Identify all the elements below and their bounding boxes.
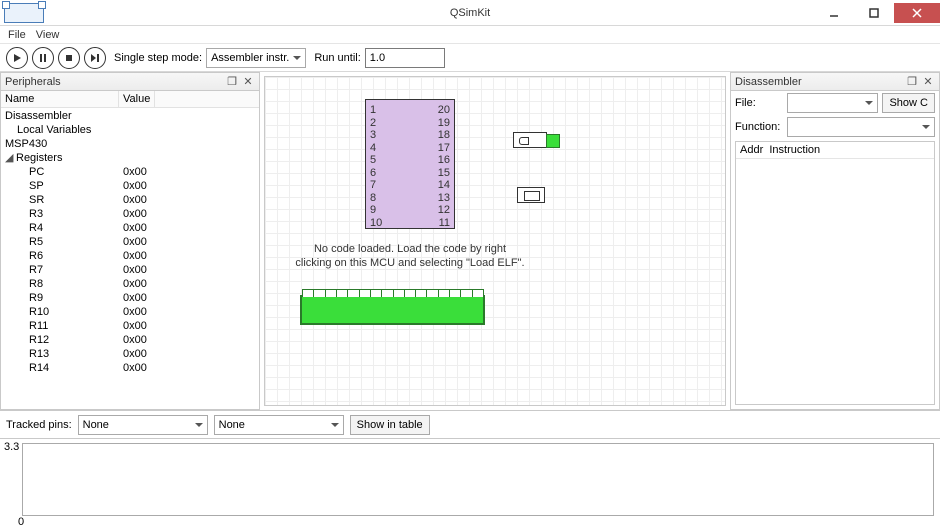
- chip-pins-right: 20191817161514131211: [438, 104, 450, 229]
- stop-button[interactable]: [58, 47, 80, 69]
- window-buttons: [814, 3, 940, 23]
- peripherals-header: Name Value: [1, 91, 259, 108]
- chip-pins-left: 12345678910: [370, 104, 382, 229]
- plot-area: 3.3 0: [0, 438, 940, 528]
- peripherals-title: Peripherals: [5, 76, 61, 88]
- component-button[interactable]: [517, 187, 545, 203]
- tracked-val1: None: [83, 419, 109, 431]
- peripherals-undock-icon[interactable]: ❐: [225, 75, 239, 89]
- reg-value: 0x00: [123, 193, 147, 207]
- reg-name[interactable]: R4: [5, 221, 123, 235]
- tree-registers[interactable]: Registers: [16, 152, 62, 164]
- reg-name[interactable]: SP: [5, 179, 123, 193]
- reg-name[interactable]: R5: [5, 235, 123, 249]
- pause-button[interactable]: [32, 47, 54, 69]
- reg-value: 0x00: [123, 235, 147, 249]
- step-mode-value: Assembler instr.: [211, 52, 289, 64]
- step-mode-label: Single step mode:: [114, 52, 202, 64]
- run-until-input[interactable]: [365, 48, 445, 68]
- disasm-close-icon[interactable]: ✕: [921, 75, 935, 89]
- run-until-label: Run until:: [314, 52, 360, 64]
- mcu-chip[interactable]: 12345678910 20191817161514131211: [365, 99, 455, 229]
- menubar: File View: [0, 26, 940, 44]
- reg-name[interactable]: R13: [5, 347, 123, 361]
- plot-canvas[interactable]: [22, 443, 934, 516]
- reg-name[interactable]: R3: [5, 207, 123, 221]
- reg-value: 0x00: [123, 305, 147, 319]
- maximize-button[interactable]: [854, 3, 894, 23]
- reg-name[interactable]: R11: [5, 319, 123, 333]
- reg-value: 0x00: [123, 277, 147, 291]
- plot-xmin: 0: [18, 516, 24, 528]
- show-c-button[interactable]: Show C: [882, 93, 935, 113]
- component-led[interactable]: [513, 132, 547, 148]
- reg-value: 0x00: [123, 263, 147, 277]
- reg-name[interactable]: R7: [5, 263, 123, 277]
- disassembler-panel: Disassembler ❐ ✕ File: Show C Function: …: [730, 72, 940, 410]
- titlebar: QSimKit: [0, 0, 940, 26]
- tree-disassembler[interactable]: Disassembler: [5, 109, 123, 123]
- peripherals-close-icon[interactable]: ✕: [241, 75, 255, 89]
- function-select[interactable]: [787, 117, 935, 137]
- chevron-down-icon[interactable]: ◢: [5, 151, 14, 160]
- reg-name[interactable]: SR: [5, 193, 123, 207]
- peripherals-title-bar: Peripherals ❐ ✕: [1, 73, 259, 91]
- display-component[interactable]: [300, 295, 485, 325]
- minimize-button[interactable]: [814, 3, 854, 23]
- reg-value: 0x00: [123, 291, 147, 305]
- play-button[interactable]: [6, 47, 28, 69]
- menu-file[interactable]: File: [8, 29, 26, 41]
- reg-value: 0x00: [123, 207, 147, 221]
- disassembler-title: Disassembler: [735, 76, 802, 88]
- tree-local-vars[interactable]: Local Variables: [5, 123, 123, 137]
- plot-ymax: 3.3: [4, 441, 19, 453]
- toolbar: Single step mode: Assembler instr. Run u…: [0, 44, 940, 72]
- menu-view[interactable]: View: [36, 29, 60, 41]
- peripherals-panel: Peripherals ❐ ✕ Name Value Disassembler …: [0, 72, 260, 410]
- reg-name[interactable]: R8: [5, 277, 123, 291]
- close-button[interactable]: [894, 3, 940, 23]
- reg-value: 0x00: [123, 333, 147, 347]
- schematic-canvas[interactable]: 12345678910 20191817161514131211 No code…: [264, 76, 726, 406]
- step-button[interactable]: [84, 47, 106, 69]
- reg-name[interactable]: R10: [5, 305, 123, 319]
- reg-value: 0x00: [123, 347, 147, 361]
- app-icon: [4, 3, 44, 23]
- step-mode-select[interactable]: Assembler instr.: [206, 48, 306, 68]
- tracked-select-1[interactable]: None: [78, 415, 208, 435]
- reg-value: 0x00: [123, 221, 147, 235]
- reg-name[interactable]: R12: [5, 333, 123, 347]
- reg-name[interactable]: R9: [5, 291, 123, 305]
- function-label: Function:: [735, 121, 783, 133]
- tracked-val2: None: [219, 419, 245, 431]
- reg-value: 0x00: [123, 319, 147, 333]
- col-addr: Addr: [740, 144, 763, 156]
- file-label: File:: [735, 97, 783, 109]
- show-in-table-button[interactable]: Show in table: [350, 415, 430, 435]
- tracked-label: Tracked pins:: [6, 419, 72, 431]
- disasm-undock-icon[interactable]: ❐: [905, 75, 919, 89]
- file-select[interactable]: [787, 93, 878, 113]
- peripherals-tree[interactable]: Disassembler Local Variables MSP430 ◢Reg…: [1, 108, 259, 409]
- disasm-list[interactable]: Addr Instruction: [735, 141, 935, 405]
- reg-value: 0x00: [123, 249, 147, 263]
- reg-name[interactable]: R14: [5, 361, 123, 375]
- tree-msp430[interactable]: MSP430: [5, 137, 123, 151]
- no-code-message: No code loaded. Load the code by right c…: [295, 242, 525, 270]
- reg-name[interactable]: PC: [5, 165, 123, 179]
- reg-value: 0x00: [123, 179, 147, 193]
- col-name[interactable]: Name: [1, 91, 119, 107]
- col-value[interactable]: Value: [119, 91, 155, 107]
- tracked-select-2[interactable]: None: [214, 415, 344, 435]
- reg-value: 0x00: [123, 165, 147, 179]
- reg-value: 0x00: [123, 361, 147, 375]
- disassembler-title-bar: Disassembler ❐ ✕: [731, 73, 939, 91]
- canvas-area: 12345678910 20191817161514131211 No code…: [260, 72, 730, 410]
- reg-name[interactable]: R6: [5, 249, 123, 263]
- col-instruction: Instruction: [769, 144, 820, 156]
- tracked-pins-bar: Tracked pins: None None Show in table: [0, 410, 940, 438]
- window-title: QSimKit: [450, 7, 490, 19]
